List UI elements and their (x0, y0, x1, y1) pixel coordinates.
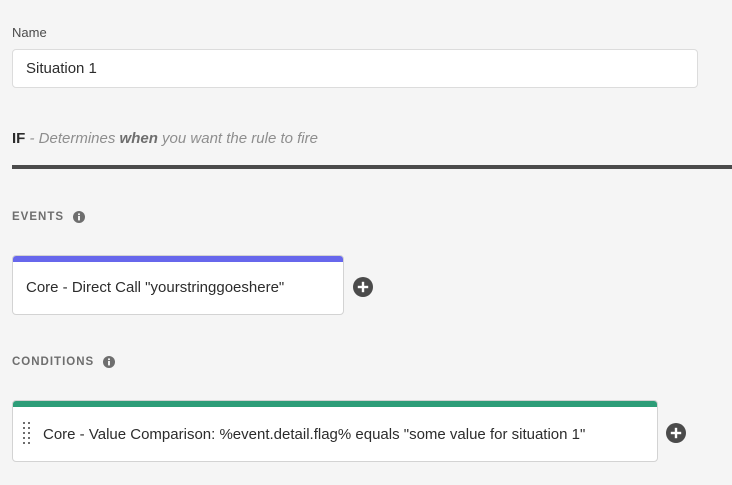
events-heading: EVENTS (12, 211, 86, 223)
add-condition-button[interactable] (666, 423, 686, 443)
if-description-prefix: - Determines (25, 130, 120, 147)
drag-handle-icon[interactable] (23, 422, 31, 445)
if-keyword: IF (12, 130, 26, 147)
plus-circle-icon (666, 423, 686, 443)
events-heading-label: EVENTS (12, 211, 65, 223)
condition-card-accent-bar (13, 401, 657, 407)
events-info-icon[interactable] (73, 211, 86, 223)
name-label: Name (12, 25, 47, 40)
plus-circle-icon (353, 277, 373, 297)
name-input[interactable] (12, 49, 698, 88)
conditions-info-icon[interactable] (103, 356, 116, 368)
add-event-button[interactable] (353, 277, 373, 297)
condition-card-label[interactable]: Core - Value Comparison: %event.detail.f… (43, 426, 585, 443)
if-description-suffix: you want the rule to fire (157, 130, 318, 147)
event-card-accent-bar (13, 256, 343, 262)
event-card-label[interactable]: Core - Direct Call "yourstringgoeshere" (26, 279, 284, 296)
conditions-heading: CONDITIONS (12, 356, 116, 368)
event-card[interactable]: Core - Direct Call "yourstringgoeshere" (12, 255, 344, 315)
if-section-heading: IF - Determines when you want the rule t… (12, 130, 318, 147)
condition-card[interactable]: Core - Value Comparison: %event.detail.f… (12, 400, 658, 462)
if-description-emphasis: when (119, 130, 158, 147)
if-section-divider (12, 165, 732, 169)
conditions-heading-label: CONDITIONS (12, 356, 95, 368)
